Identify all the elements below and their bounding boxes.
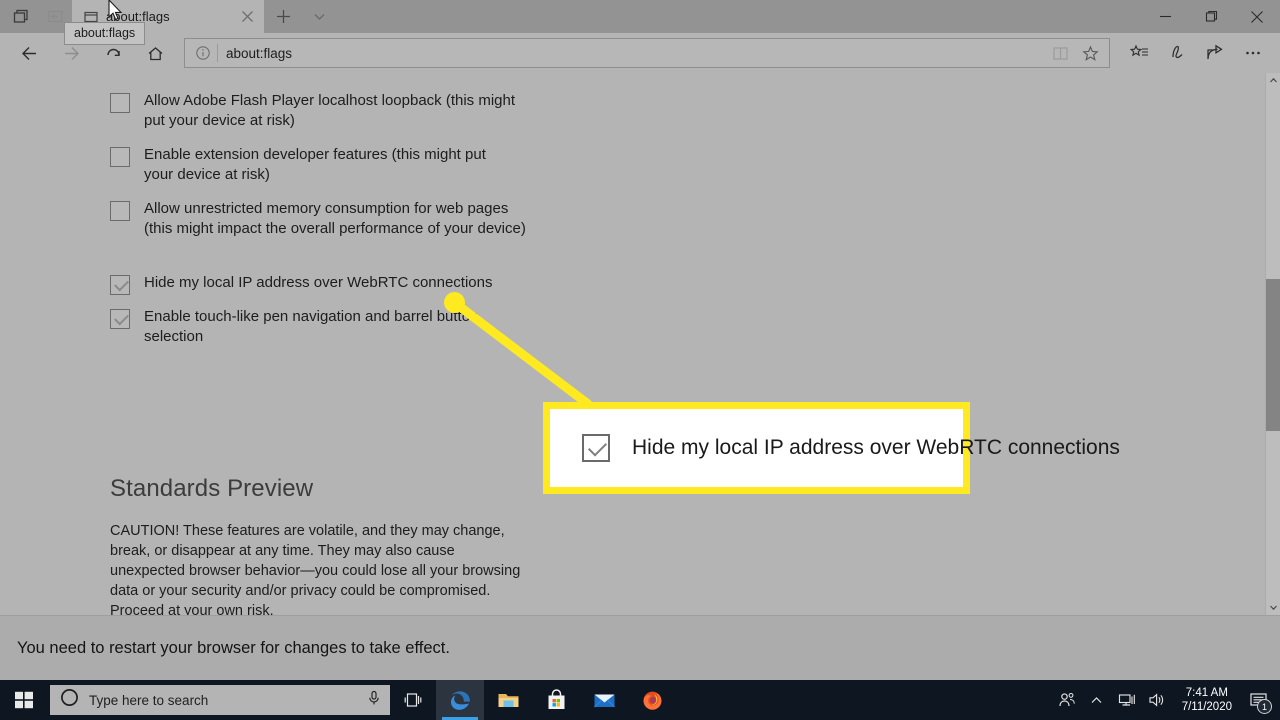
- search-box[interactable]: Type here to search: [50, 685, 390, 715]
- speaker-icon[interactable]: [1142, 680, 1172, 720]
- info-icon: [193, 43, 213, 63]
- taskbar-app-microsoft-store[interactable]: [532, 680, 580, 720]
- settings-more-button[interactable]: [1234, 35, 1272, 71]
- restart-message: You need to restart your browser for cha…: [17, 638, 450, 657]
- flag-row-hide-local-ip[interactable]: Hide my local IP address over WebRTC con…: [110, 273, 530, 295]
- favorites-hub-icon[interactable]: [1120, 35, 1158, 71]
- tab-tooltip: about:flags: [64, 22, 146, 45]
- tab-strip: about:flags: [0, 0, 1280, 33]
- page-scrollbar[interactable]: [1265, 73, 1280, 615]
- flag-label: Enable touch-like pen navigation and bar…: [144, 308, 479, 345]
- network-icon[interactable]: [1112, 680, 1142, 720]
- pen-icon[interactable]: [1158, 35, 1196, 71]
- taskbar-app-firefox[interactable]: [628, 680, 676, 720]
- page-content: Allow Adobe Flash Player localhost loopb…: [0, 73, 1265, 615]
- chevron-up-icon[interactable]: [1082, 680, 1112, 720]
- clock[interactable]: 7:41 AM 7/11/2020: [1172, 680, 1242, 720]
- section-heading-standards-preview: Standards Preview: [110, 475, 314, 502]
- scrollbar-thumb[interactable]: [1266, 279, 1280, 431]
- mouse-cursor: [108, 0, 123, 21]
- flag-label: Enable extension developer features (thi…: [144, 146, 486, 183]
- flag-label: Allow unrestricted memory consumption fo…: [144, 200, 526, 237]
- checkbox-extension-dev[interactable]: [110, 147, 130, 167]
- windows-taskbar: Type here to search 7:41 AM 7/11/2020 1: [0, 680, 1280, 720]
- address-bar[interactable]: about:flags: [184, 38, 1110, 68]
- callout-label: Hide my local IP address over WebRTC con…: [632, 436, 1120, 459]
- clock-time: 7:41 AM: [1185, 687, 1228, 699]
- flag-row-extension-dev[interactable]: Enable extension developer features (thi…: [110, 145, 510, 185]
- annotation-callout: Hide my local IP address over WebRTC con…: [543, 402, 1120, 494]
- flag-row-touch-pen-navigation[interactable]: Enable touch-like pen navigation and bar…: [110, 307, 510, 347]
- minimize-button[interactable]: [1142, 0, 1188, 33]
- clock-date: 7/11/2020: [1181, 701, 1232, 713]
- reading-view-icon[interactable]: [1045, 40, 1075, 66]
- cortana-circle-icon: [60, 688, 79, 712]
- system-tray: 7:41 AM 7/11/2020 1: [1052, 680, 1280, 720]
- chevron-down-icon[interactable]: [302, 0, 336, 33]
- browser-window: about:flags about:flags about:flags Allo…: [0, 0, 1280, 680]
- close-button[interactable]: [1234, 0, 1280, 33]
- address-input[interactable]: about:flags: [226, 46, 1045, 61]
- navigation-bar: about:flags: [0, 33, 1280, 73]
- taskbar-app-mail[interactable]: [580, 680, 628, 720]
- checkbox-flash-loopback[interactable]: [110, 93, 130, 113]
- start-button[interactable]: [0, 680, 48, 720]
- screen: about:flags about:flags about:flags Allo…: [0, 0, 1280, 720]
- callout-checkbox-hide-local-ip: [582, 434, 610, 462]
- taskbar-app-microsoft-edge[interactable]: [436, 680, 484, 720]
- address-separator: [217, 44, 218, 62]
- taskbar-app-file-explorer[interactable]: [484, 680, 532, 720]
- flag-label: Hide my local IP address over WebRTC con…: [144, 274, 493, 291]
- notification-count-badge: 1: [1257, 699, 1272, 714]
- share-icon[interactable]: [1196, 35, 1234, 71]
- people-icon[interactable]: [1052, 680, 1082, 720]
- scroll-up-button[interactable]: [1266, 73, 1280, 88]
- star-icon[interactable]: [1075, 40, 1105, 66]
- checkbox-touch-pen-navigation[interactable]: [110, 309, 130, 329]
- task-view-button[interactable]: [390, 680, 436, 720]
- restart-notification-bar: You need to restart your browser for cha…: [0, 615, 1280, 680]
- scroll-down-button[interactable]: [1266, 600, 1280, 615]
- search-input[interactable]: Type here to search: [89, 693, 356, 708]
- section-caution-text: CAUTION! These features are volatile, an…: [110, 523, 521, 615]
- checkbox-unrestricted-memory[interactable]: [110, 201, 130, 221]
- close-icon[interactable]: [236, 6, 258, 28]
- action-center-button[interactable]: 1: [1242, 680, 1276, 720]
- checkbox-hide-local-ip[interactable]: [110, 275, 130, 295]
- flag-row-unrestricted-memory[interactable]: Allow unrestricted memory consumption fo…: [110, 199, 528, 239]
- maximize-button[interactable]: [1188, 0, 1234, 33]
- back-button[interactable]: [8, 35, 50, 71]
- annotation-dot: [444, 292, 465, 313]
- tab-preview-icon[interactable]: [4, 0, 38, 33]
- microphone-icon[interactable]: [366, 690, 382, 711]
- flag-label: Allow Adobe Flash Player localhost loopb…: [144, 92, 516, 129]
- flag-row-flash-loopback[interactable]: Allow Adobe Flash Player localhost loopb…: [110, 91, 530, 131]
- window-controls: [1142, 0, 1280, 33]
- new-tab-button[interactable]: [264, 0, 302, 33]
- callout-content: Hide my local IP address over WebRTC con…: [550, 434, 1120, 462]
- tabstrip-system-icons: [0, 0, 72, 33]
